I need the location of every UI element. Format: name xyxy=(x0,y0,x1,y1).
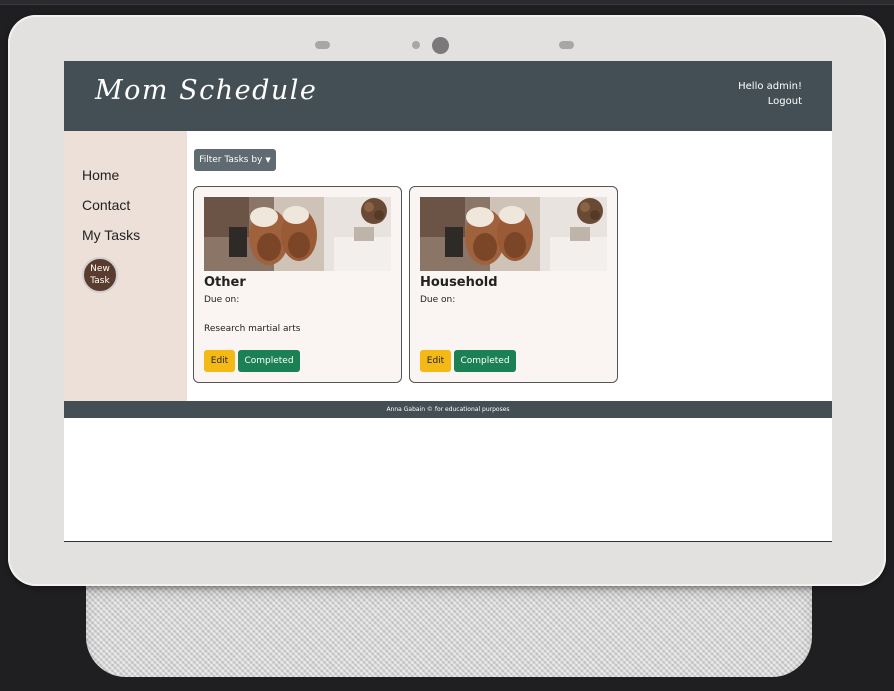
display-screen: Mom Schedule Hello admin! Logout Home Co… xyxy=(64,61,832,542)
task-due-label: Due on: xyxy=(420,295,456,305)
nav-contact-link[interactable]: Contact xyxy=(82,197,130,213)
new-task-button[interactable]: New Task xyxy=(82,257,118,293)
nav-home-link[interactable]: Home xyxy=(82,167,119,183)
task-due-label: Due on: xyxy=(204,295,240,305)
task-category-title: Other xyxy=(204,275,246,290)
window-top-strip xyxy=(0,0,894,5)
site-header: Mom Schedule Hello admin! Logout xyxy=(64,61,832,131)
site-footer: Anna Gabain © for educational purposes xyxy=(64,401,832,418)
edit-task-button[interactable]: Edit xyxy=(204,350,235,372)
logout-link[interactable]: Logout xyxy=(768,96,802,107)
footer-text: Anna Gabain © for educational purposes xyxy=(386,406,510,413)
task-image-baby-shoes xyxy=(204,197,391,271)
edit-task-button[interactable]: Edit xyxy=(420,350,451,372)
sensor-dot xyxy=(412,41,420,49)
filter-tasks-dropdown[interactable]: Filter Tasks by ▼ xyxy=(194,149,276,171)
task-category-title: Household xyxy=(420,275,498,290)
task-card: Household Due on: Edit Completed xyxy=(409,186,618,383)
complete-task-button[interactable]: Completed xyxy=(238,350,300,372)
new-task-label-line1: New xyxy=(90,264,110,274)
task-image-baby-shoes xyxy=(420,197,607,271)
complete-task-button[interactable]: Completed xyxy=(454,350,516,372)
task-card: Other Due on: Research martial arts Edit… xyxy=(193,186,402,383)
caret-down-icon: ▼ xyxy=(265,156,271,164)
sensor-left xyxy=(315,41,330,49)
filter-tasks-label: Filter Tasks by xyxy=(199,155,263,165)
task-description: Research martial arts xyxy=(204,324,301,334)
sidebar: Home Contact My Tasks New Task xyxy=(64,131,187,401)
sensor-right xyxy=(559,41,574,49)
user-greeting: Hello admin! xyxy=(738,81,802,92)
camera-icon xyxy=(432,37,449,54)
speaker-base xyxy=(86,585,812,677)
new-task-label-line2: Task xyxy=(90,276,110,286)
nav-my-tasks-link[interactable]: My Tasks xyxy=(82,227,140,243)
brand-logo[interactable]: Mom Schedule xyxy=(95,75,317,106)
